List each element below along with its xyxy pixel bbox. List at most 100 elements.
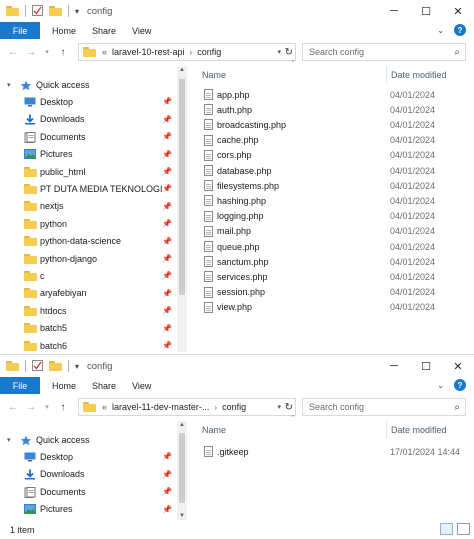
customize-toolbar-icon[interactable]: ▾ bbox=[75, 7, 79, 16]
pin-icon[interactable]: 📌 bbox=[162, 97, 172, 106]
column-header-name[interactable]: Name bbox=[202, 66, 226, 83]
folder-icon[interactable] bbox=[6, 361, 19, 371]
sidebar-item-pt-duta-media-teknologi[interactable]: PT DUTA MEDIA TEKNOLOGI 📌 bbox=[0, 180, 176, 197]
pin-icon[interactable]: 📌 bbox=[162, 452, 172, 461]
sidebar-item-htdocs[interactable]: htdocs 📌 bbox=[0, 302, 176, 319]
file-row[interactable]: database.php 04/01/2024 bbox=[196, 163, 466, 178]
new-folder-icon[interactable] bbox=[49, 361, 62, 371]
chevron-down-icon[interactable]: ▾ bbox=[277, 48, 281, 56]
tab-home[interactable]: Home bbox=[52, 381, 76, 391]
sidebar-item-python-django[interactable]: python-django 📌 bbox=[0, 250, 176, 267]
file-row[interactable]: session.php 04/01/2024 bbox=[196, 285, 466, 300]
breadcrumb-overflow[interactable]: « bbox=[102, 47, 107, 57]
file-row[interactable]: services.php 04/01/2024 bbox=[196, 269, 466, 284]
column-header-name[interactable]: Name bbox=[202, 421, 226, 438]
pin-icon[interactable]: 📌 bbox=[162, 167, 172, 176]
up-arrow-icon[interactable]: ↑ bbox=[56, 47, 70, 58]
sidebar-quick-access[interactable]: ▾ Quick access bbox=[0, 76, 176, 93]
sidebar-item-python-data-science[interactable]: python-data-science 📌 bbox=[0, 233, 176, 250]
recent-locations-icon[interactable]: ▾ bbox=[40, 48, 54, 56]
sidebar-item-pictures[interactable]: Pictures 📌 bbox=[0, 501, 176, 518]
file-row[interactable]: view.php 04/01/2024 bbox=[196, 300, 466, 315]
breadcrumb-overflow[interactable]: « bbox=[102, 402, 107, 412]
address-bar[interactable]: « laravel-11-dev-master-... › config ▾ ↻ bbox=[78, 398, 296, 416]
sidebar-item-desktop[interactable]: Desktop 📌 bbox=[0, 93, 176, 110]
search-icon[interactable]: ⌕ bbox=[454, 402, 460, 413]
file-row[interactable]: broadcasting.php 04/01/2024 bbox=[196, 117, 466, 132]
pin-icon[interactable]: 📌 bbox=[162, 324, 172, 333]
pin-icon[interactable]: 📌 bbox=[162, 184, 172, 193]
help-icon[interactable]: ? bbox=[454, 24, 466, 36]
up-arrow-icon[interactable]: ↑ bbox=[56, 402, 70, 413]
sidebar-scrollbar[interactable]: ▲ ▼ bbox=[177, 421, 187, 520]
file-row[interactable]: cors.php 04/01/2024 bbox=[196, 148, 466, 163]
file-row[interactable]: hashing.php 04/01/2024 bbox=[196, 193, 466, 208]
sidebar-quick-access[interactable]: ▾ Quick access bbox=[0, 431, 176, 448]
minimize-button[interactable]: ─ bbox=[378, 0, 410, 22]
scroll-down-icon[interactable]: ▼ bbox=[177, 513, 187, 519]
pin-icon[interactable]: 📌 bbox=[162, 115, 172, 124]
pin-icon[interactable]: 📌 bbox=[162, 487, 172, 496]
pin-icon[interactable]: 📌 bbox=[162, 202, 172, 211]
scrollbar-thumb[interactable] bbox=[179, 79, 185, 295]
file-row[interactable]: cache.php 04/01/2024 bbox=[196, 133, 466, 148]
column-header-date[interactable]: Date modified bbox=[391, 421, 447, 438]
details-view-icon[interactable] bbox=[440, 523, 453, 535]
tab-view[interactable]: View bbox=[132, 26, 151, 36]
sidebar-item-aryafebiyan[interactable]: aryafebiyan 📌 bbox=[0, 285, 176, 302]
sidebar-item-pictures[interactable]: Pictures 📌 bbox=[0, 146, 176, 163]
pin-icon[interactable]: 📌 bbox=[162, 470, 172, 479]
pin-icon[interactable]: 📌 bbox=[162, 254, 172, 263]
pin-icon[interactable]: 📌 bbox=[162, 271, 172, 280]
maximize-button[interactable]: ☐ bbox=[410, 355, 442, 377]
chevron-down-icon[interactable]: ▾ bbox=[7, 436, 11, 444]
sidebar-item-downloads[interactable]: Downloads 📌 bbox=[0, 466, 176, 483]
file-row[interactable]: .gitkeep 17/01/2024 14:44 bbox=[196, 444, 466, 459]
refresh-icon[interactable]: ↻ bbox=[285, 402, 293, 413]
file-tab[interactable]: File bbox=[0, 22, 40, 39]
address-bar[interactable]: « laravel-10-rest-api › config ▾ ↻ bbox=[78, 43, 296, 61]
sidebar-item-c[interactable]: c 📌 bbox=[0, 267, 176, 284]
pin-icon[interactable]: 📌 bbox=[162, 289, 172, 298]
file-tab[interactable]: File bbox=[0, 377, 40, 394]
sidebar-item-nextjs[interactable]: nextjs 📌 bbox=[0, 198, 176, 215]
column-divider[interactable] bbox=[386, 66, 387, 83]
file-row[interactable]: logging.php 04/01/2024 bbox=[196, 209, 466, 224]
maximize-button[interactable]: ☐ bbox=[410, 0, 442, 22]
pin-icon[interactable]: 📌 bbox=[162, 219, 172, 228]
help-icon[interactable]: ? bbox=[454, 379, 466, 391]
search-icon[interactable]: ⌕ bbox=[454, 47, 460, 58]
pin-icon[interactable]: 📌 bbox=[162, 341, 172, 350]
refresh-icon[interactable]: ↻ bbox=[285, 47, 293, 58]
forward-arrow-icon[interactable]: → bbox=[24, 47, 38, 58]
file-row[interactable]: auth.php 04/01/2024 bbox=[196, 102, 466, 117]
sidebar-item-downloads[interactable]: Downloads 📌 bbox=[0, 111, 176, 128]
pin-icon[interactable]: 📌 bbox=[162, 237, 172, 246]
forward-arrow-icon[interactable]: → bbox=[24, 402, 38, 413]
customize-toolbar-icon[interactable]: ▾ bbox=[75, 362, 79, 371]
sidebar-item-batch6[interactable]: batch6 📌 bbox=[0, 337, 176, 352]
chevron-down-icon[interactable]: ▾ bbox=[277, 403, 281, 411]
sidebar-scrollbar[interactable]: ▲ bbox=[177, 66, 187, 352]
tab-home[interactable]: Home bbox=[52, 26, 76, 36]
close-button[interactable]: ✕ bbox=[442, 355, 474, 377]
folder-icon[interactable] bbox=[6, 6, 19, 16]
pin-icon[interactable]: 📌 bbox=[162, 505, 172, 514]
search-input[interactable]: Search config ⌕ bbox=[302, 43, 466, 61]
tab-share[interactable]: Share bbox=[92, 26, 116, 36]
scrollbar-thumb[interactable] bbox=[179, 433, 185, 503]
chevron-down-icon[interactable]: ▾ bbox=[7, 81, 11, 89]
large-icons-view-icon[interactable] bbox=[457, 523, 470, 535]
recent-locations-icon[interactable]: ▾ bbox=[40, 403, 54, 411]
chevron-right-icon[interactable]: › bbox=[190, 48, 193, 57]
minimize-button[interactable]: ─ bbox=[378, 355, 410, 377]
sidebar-item-batch5[interactable]: batch5 📌 bbox=[0, 320, 176, 337]
sidebar-item-documents[interactable]: Documents 📌 bbox=[0, 483, 176, 500]
sidebar-item-public-html[interactable]: public_html 📌 bbox=[0, 163, 176, 180]
chevron-right-icon[interactable]: › bbox=[214, 403, 217, 412]
scroll-up-icon[interactable]: ▲ bbox=[177, 422, 187, 428]
breadcrumb-item[interactable]: laravel-10-rest-api bbox=[112, 47, 185, 57]
tab-share[interactable]: Share bbox=[92, 381, 116, 391]
new-folder-icon[interactable] bbox=[49, 6, 62, 16]
pin-icon[interactable]: 📌 bbox=[162, 306, 172, 315]
